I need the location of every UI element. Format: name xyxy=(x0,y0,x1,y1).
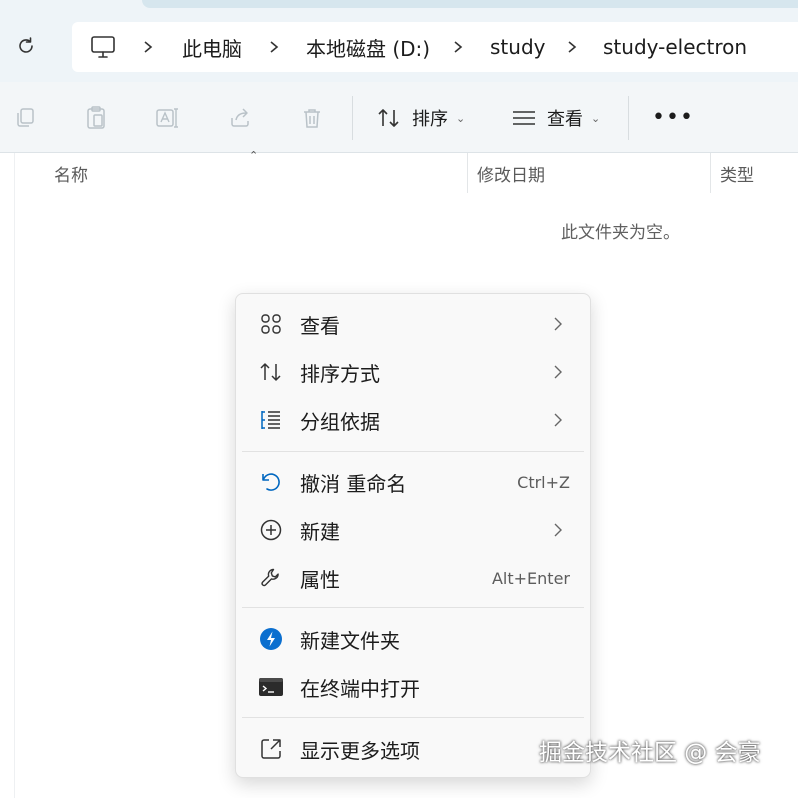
new-plus-icon xyxy=(258,518,284,542)
wrench-icon xyxy=(258,566,284,590)
rename-button[interactable] xyxy=(154,104,182,132)
more-options-button[interactable]: ••• xyxy=(652,107,694,129)
copy-button[interactable] xyxy=(11,104,39,132)
view-button[interactable]: 查看 ⌄ xyxy=(511,102,600,134)
chevron-right-icon xyxy=(554,413,562,427)
grid-icon xyxy=(258,312,284,336)
menu-item-sort-by[interactable]: 排序方式 xyxy=(236,349,590,395)
menu-item-label: 新建文件夹 xyxy=(300,628,400,653)
menu-item-label: 显示更多选项 xyxy=(300,738,420,763)
menu-item-undo-rename[interactable]: 撤消 重命名 Ctrl+Z xyxy=(236,459,590,505)
toolbar-divider xyxy=(628,96,629,140)
pane-divider xyxy=(14,153,15,798)
chevron-right-icon xyxy=(554,317,562,331)
tab-edge xyxy=(142,0,798,8)
sort-icon xyxy=(258,360,284,384)
column-resize-handle[interactable] xyxy=(710,153,711,193)
sort-label: 排序 xyxy=(412,109,448,130)
chevron-right-icon[interactable] xyxy=(268,22,280,72)
monitor-icon xyxy=(91,36,115,58)
column-header-row: 名称 修改日期 类型 xyxy=(0,153,798,193)
chevron-right-icon[interactable] xyxy=(142,22,154,72)
breadcrumb-this-pc[interactable]: 此电脑 xyxy=(182,22,242,72)
sort-icon xyxy=(378,109,399,127)
breadcrumb-study[interactable]: study xyxy=(490,22,545,72)
share-icon xyxy=(231,108,249,127)
menu-divider xyxy=(242,717,584,718)
group-list-icon xyxy=(258,408,284,432)
sort-button[interactable]: 排序 ⌄ xyxy=(376,102,465,134)
shortcut-text: Alt+Enter xyxy=(491,568,570,588)
copy-icon xyxy=(17,108,34,127)
quick-action-icon xyxy=(258,627,284,651)
this-pc-crumb[interactable] xyxy=(90,22,116,72)
breadcrumb-current-folder[interactable]: study-electron xyxy=(603,22,747,72)
command-bar: 排序 ⌄ 查看 ⌄ ••• xyxy=(0,82,798,153)
open-external-icon xyxy=(258,737,284,761)
chevron-right-icon xyxy=(554,365,562,379)
column-header-type[interactable]: 类型 xyxy=(720,153,754,193)
column-header-name[interactable]: 名称 xyxy=(54,153,88,193)
menu-item-label: 属性 xyxy=(300,567,340,592)
context-menu: 查看 排序方式 分组依据 撤消 重命名 Ctrl+Z 新建 属性 Alt+Ent… xyxy=(235,293,591,778)
menu-item-label: 排序方式 xyxy=(300,361,380,386)
menu-item-label: 分组依据 xyxy=(300,409,380,434)
chevron-right-icon[interactable] xyxy=(452,22,464,72)
refresh-icon xyxy=(19,37,33,53)
terminal-icon xyxy=(258,675,284,699)
menu-item-label: 撤消 重命名 xyxy=(300,471,407,496)
chevron-down-icon: ⌄ xyxy=(456,111,466,125)
column-resize-handle[interactable] xyxy=(467,153,468,193)
menu-item-label: 在终端中打开 xyxy=(300,676,420,701)
empty-folder-message: 此文件夹为空。 xyxy=(561,223,680,243)
menu-item-label: 查看 xyxy=(300,313,340,338)
share-button[interactable] xyxy=(226,104,254,132)
refresh-button[interactable] xyxy=(12,32,40,60)
menu-item-show-more-options[interactable]: 显示更多选项 xyxy=(236,726,590,772)
breadcrumb-drive[interactable]: 本地磁盘 (D:) xyxy=(306,22,430,72)
clipboard-icon xyxy=(87,106,105,129)
menu-item-properties[interactable]: 属性 Alt+Enter xyxy=(236,555,590,601)
rename-icon xyxy=(156,108,178,128)
undo-icon xyxy=(258,470,284,494)
address-bar[interactable]: 此电脑 本地磁盘 (D:) study study-electron xyxy=(72,22,798,72)
chevron-down-icon: ⌄ xyxy=(591,111,601,125)
delete-button[interactable] xyxy=(298,104,326,132)
chevron-right-icon xyxy=(554,523,562,537)
menu-divider xyxy=(242,607,584,608)
chevron-right-icon[interactable] xyxy=(566,22,578,72)
menu-item-label: 新建 xyxy=(300,519,340,544)
menu-item-new-folder[interactable]: 新建文件夹 xyxy=(236,616,590,662)
column-header-modified[interactable]: 修改日期 xyxy=(477,153,545,193)
watermark: 掘金技术社区 @ 会豪 xyxy=(539,740,761,766)
view-label: 查看 xyxy=(547,109,583,130)
menu-item-group-by[interactable]: 分组依据 xyxy=(236,397,590,443)
menu-item-open-terminal[interactable]: 在终端中打开 xyxy=(236,664,590,710)
list-view-icon xyxy=(513,111,535,125)
shortcut-text: Ctrl+Z xyxy=(517,472,570,492)
menu-item-new[interactable]: 新建 xyxy=(236,507,590,553)
trash-icon xyxy=(304,109,320,128)
menu-divider xyxy=(242,451,584,452)
toolbar-divider xyxy=(352,96,353,140)
paste-button[interactable] xyxy=(82,104,110,132)
menu-item-view[interactable]: 查看 xyxy=(236,301,590,347)
